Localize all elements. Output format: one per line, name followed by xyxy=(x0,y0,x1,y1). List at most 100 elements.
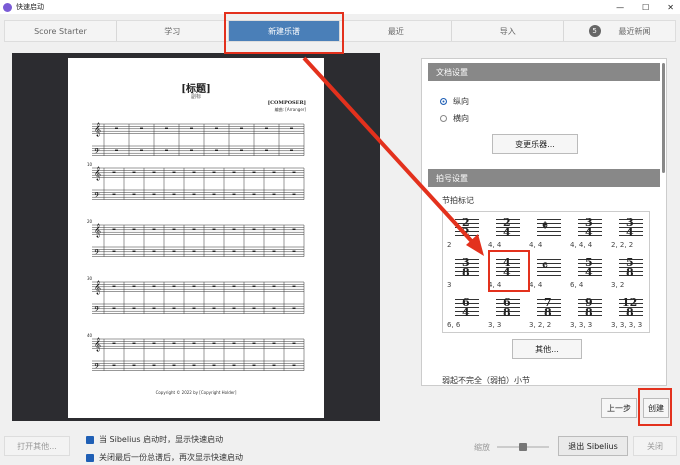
tab-latest-news[interactable]: 5 最近新闻 xyxy=(564,21,675,41)
whole-rest xyxy=(152,250,156,252)
whole-rest xyxy=(232,228,236,230)
whole-rest xyxy=(292,307,296,309)
whole-rest xyxy=(232,285,236,287)
whole-rest xyxy=(212,342,216,344)
whole-rest xyxy=(112,193,116,195)
back-button[interactable]: 上一步 xyxy=(601,398,637,418)
time-sig-option[interactable]: 3 4 4, 4, 4 xyxy=(570,215,610,253)
score-preview: [标题] 副标 [COMPOSER] 编曲: [Arranger] 𝄞 𝄢 𝄞 𝄢 𝄞 𝄢… xyxy=(12,53,380,421)
radio-unselected-icon xyxy=(440,115,447,122)
radio-portrait[interactable]: 纵向 xyxy=(440,96,469,107)
whole-rest xyxy=(112,171,116,173)
minimize-button[interactable]: — xyxy=(616,3,624,12)
zoom-slider[interactable] xyxy=(497,443,549,451)
other-time-sig-button[interactable]: 其他... xyxy=(512,339,582,359)
time-sig-option[interactable]: 383 xyxy=(447,255,487,293)
time-sig-option[interactable]: 6 4 6, 6 xyxy=(447,295,487,333)
time-sig-option[interactable]: 3 4 2, 2, 2 xyxy=(611,215,651,253)
whole-rest xyxy=(272,364,276,366)
whole-rest xyxy=(232,307,236,309)
whole-rest xyxy=(232,171,236,173)
whole-rest xyxy=(172,342,176,344)
whole-rest xyxy=(132,250,136,252)
create-button-highlight xyxy=(638,388,672,426)
time-sig-option[interactable]: 12 8 3, 3, 3, 3 xyxy=(611,295,651,333)
window-title: 快速启动 xyxy=(16,3,44,11)
time-sig-option[interactable]: 2 4 4, 4 xyxy=(488,215,528,253)
whole-rest xyxy=(190,127,193,129)
whole-rest xyxy=(132,193,136,195)
time-sig-option[interactable]: 9 8 3, 3, 3 xyxy=(570,295,610,333)
close-button[interactable]: 关闭 xyxy=(633,436,677,456)
measure-number-40: 40 xyxy=(87,333,93,338)
whole-rest xyxy=(192,171,196,173)
whole-rest xyxy=(172,250,176,252)
whole-rest xyxy=(132,171,136,173)
whole-rest xyxy=(240,149,243,151)
radio-landscape[interactable]: 横向 xyxy=(440,113,469,124)
whole-rest xyxy=(152,285,156,287)
whole-rest xyxy=(272,193,276,195)
time-sig-denominator: 8 xyxy=(544,306,552,319)
time-sig-symbol: 𝄵 xyxy=(542,219,548,234)
time-sig-grid: 2 2 2 2 4 4, 4 𝄵 4, 4 3 4 4, 4, 4 3 4 2, 2, 2 3 8 3 4 4 4, … xyxy=(442,211,650,333)
time-sig-option[interactable]: 5 4 6, 4 xyxy=(570,255,610,293)
time-sig-option[interactable]: 𝄵 4, 4 xyxy=(529,215,569,253)
pickup-bar-label: 弱起不完全（弱拍）小节 xyxy=(442,376,530,385)
measure-number-10: 10 xyxy=(87,162,93,167)
whole-rest xyxy=(112,228,116,230)
zoom-slider-handle[interactable] xyxy=(519,443,527,451)
time-sig-option[interactable]: 222 xyxy=(447,215,487,253)
time-sig-denominator: 4 xyxy=(585,226,593,239)
time-sig-option[interactable]: 7 8 3, 2, 2 xyxy=(529,295,569,333)
beam-grouping-label: 3, 2 xyxy=(611,281,625,289)
whole-rest xyxy=(132,307,136,309)
show-on-start-checkbox[interactable]: 当 Sibelius 启动时，显示快速启动 xyxy=(86,434,223,445)
time-sig-option[interactable]: 𝄴 4, 4 xyxy=(529,255,569,293)
change-instruments-button[interactable]: 变更乐器... xyxy=(492,134,578,154)
whole-rest xyxy=(265,149,268,151)
tab-import[interactable]: 导入 xyxy=(452,21,565,41)
exit-sibelius-button[interactable]: 退出 Sibelius xyxy=(558,436,628,456)
whole-rest xyxy=(112,307,116,309)
whole-rest xyxy=(132,342,136,344)
time-sig-option[interactable]: 5 8 3, 2 xyxy=(611,255,651,293)
time-sig-denominator: 8 xyxy=(626,266,634,279)
whole-rest xyxy=(272,250,276,252)
whole-rest xyxy=(240,127,243,129)
measure-number-30: 30 xyxy=(87,276,93,281)
whole-rest xyxy=(132,364,136,366)
time-sig-staff xyxy=(537,218,561,238)
whole-rest xyxy=(192,307,196,309)
whole-rest xyxy=(172,364,176,366)
news-count-badge: 5 xyxy=(588,25,601,37)
whole-rest xyxy=(140,127,143,129)
treble-clef: 𝄞 xyxy=(94,223,101,237)
treble-clef: 𝄞 xyxy=(94,166,101,180)
time-sig-denominator: 4 xyxy=(462,306,470,319)
zoom-label: 缩放 xyxy=(474,443,490,452)
whole-rest xyxy=(172,307,176,309)
whole-rest xyxy=(112,285,116,287)
time-sig-denominator: 4 xyxy=(626,226,634,239)
tab-recent[interactable]: 最近 xyxy=(340,21,453,41)
whole-rest xyxy=(292,250,296,252)
score-page: [标题] 副标 [COMPOSER] 编曲: [Arranger] 𝄞 𝄢 𝄞 𝄢 𝄞 𝄢… xyxy=(68,58,324,418)
panel-scrollbar[interactable] xyxy=(662,63,665,173)
whole-rest xyxy=(140,149,143,151)
treble-clef: 𝄞 xyxy=(94,337,101,351)
show-after-close-checkbox[interactable]: 关闭最后一份总谱后，再次显示快速启动 xyxy=(86,452,243,463)
time-sig-option[interactable]: 6 8 3, 3 xyxy=(488,295,528,333)
open-other-button[interactable]: 打开其他... xyxy=(4,436,70,456)
tab-learn[interactable]: 学习 xyxy=(117,21,229,41)
bass-clef: 𝄢 xyxy=(94,362,100,373)
whole-rest xyxy=(252,171,256,173)
whole-rest xyxy=(212,307,216,309)
whole-rest xyxy=(252,285,256,287)
maximize-button[interactable]: ☐ xyxy=(642,3,649,12)
tab-score-starter[interactable]: Score Starter xyxy=(5,21,117,41)
time-sig-denominator: 4 xyxy=(585,266,593,279)
whole-rest xyxy=(232,364,236,366)
whole-rest xyxy=(172,193,176,195)
close-window-button[interactable]: ✕ xyxy=(667,3,674,12)
